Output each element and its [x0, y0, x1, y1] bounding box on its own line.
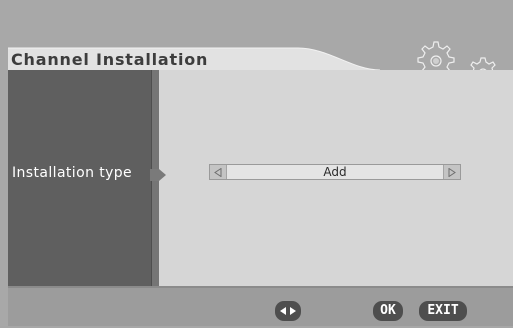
installation-type-selector[interactable]: Add — [209, 164, 461, 180]
triangle-right-icon[interactable] — [443, 165, 460, 179]
triangle-left-icon[interactable] — [210, 165, 227, 179]
exit-button[interactable]: EXIT — [419, 301, 467, 321]
tv-menu-screen: Channel Installation Installation type A… — [0, 0, 513, 326]
page-title: Channel Installation — [11, 50, 209, 69]
ok-button[interactable]: OK — [373, 301, 403, 321]
left-right-arrows-icon[interactable] — [275, 301, 301, 321]
selection-pointer-icon — [150, 166, 166, 185]
installation-type-label: Installation type — [12, 165, 133, 181]
installation-type-value: Add — [227, 165, 443, 179]
